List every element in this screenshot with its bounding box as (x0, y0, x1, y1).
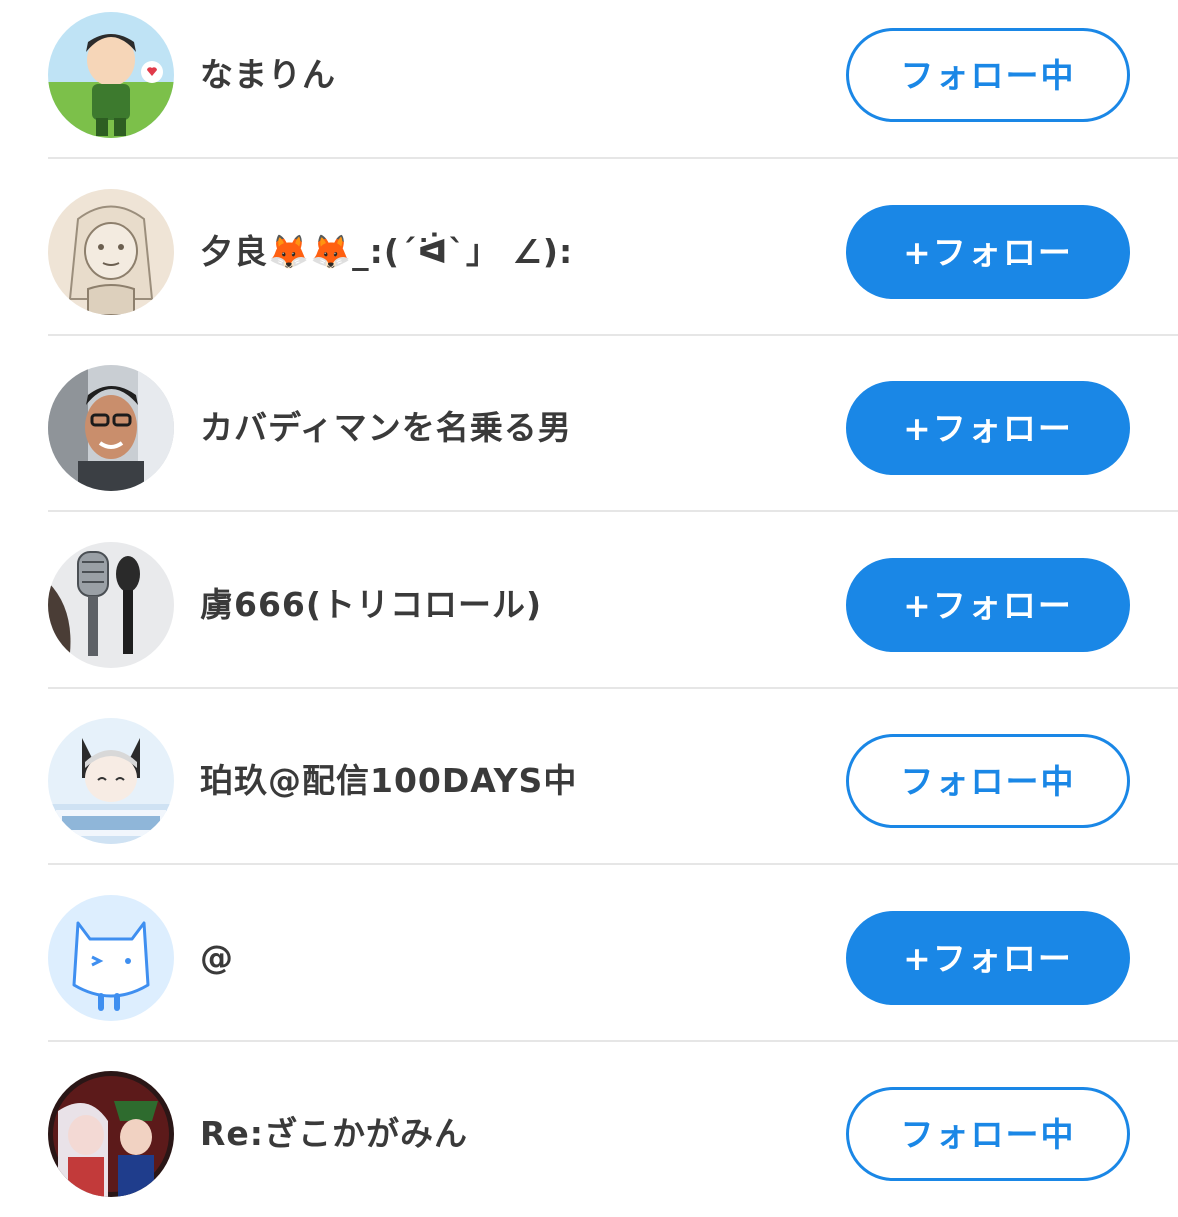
follow-button[interactable]: +フォロー (846, 911, 1130, 1005)
avatar[interactable] (48, 895, 174, 1021)
user-name[interactable]: 珀玖@配信100DAYS中 (200, 756, 577, 806)
user-name[interactable]: カバディマンを名乗る男 (200, 403, 572, 453)
list-item[interactable]: 虜666(トリコロール) +フォロー (0, 530, 1178, 689)
avatar[interactable] (48, 1071, 174, 1197)
list-item[interactable]: 珀玖@配信100DAYS中 フォロー中 (0, 706, 1178, 865)
divider (48, 157, 1178, 159)
divider (48, 687, 1178, 689)
divider (48, 334, 1178, 336)
divider (48, 510, 1178, 512)
list-item[interactable]: なまりん フォロー中 (0, 0, 1178, 159)
avatar[interactable] (48, 12, 174, 138)
following-button[interactable]: フォロー中 (846, 734, 1130, 828)
following-button[interactable]: フォロー中 (846, 1087, 1130, 1181)
list-item[interactable]: 夕良🦊🦊_:(´ᐛ`」 ∠): +フォロー (0, 177, 1178, 336)
following-button[interactable]: フォロー中 (846, 28, 1130, 122)
list-item[interactable]: カバディマンを名乗る男 +フォロー (0, 353, 1178, 512)
avatar[interactable] (48, 189, 174, 315)
user-name[interactable]: なまりん (200, 50, 336, 100)
list-item[interactable]: Re:ざこかがみん フォロー中 (0, 1059, 1178, 1217)
user-name[interactable]: 夕良🦊🦊_:(´ᐛ`」 ∠): (200, 227, 573, 277)
user-name[interactable]: @ (200, 933, 234, 983)
avatar[interactable] (48, 718, 174, 844)
divider (48, 863, 1178, 865)
follow-button[interactable]: +フォロー (846, 558, 1130, 652)
avatar[interactable] (48, 365, 174, 491)
user-name[interactable]: 虜666(トリコロール) (200, 580, 542, 630)
divider (48, 1040, 1178, 1042)
avatar[interactable] (48, 542, 174, 668)
list-item[interactable]: @ +フォロー (0, 883, 1178, 1042)
follow-button[interactable]: +フォロー (846, 381, 1130, 475)
follow-button[interactable]: +フォロー (846, 205, 1130, 299)
user-name[interactable]: Re:ざこかがみん (200, 1109, 468, 1159)
